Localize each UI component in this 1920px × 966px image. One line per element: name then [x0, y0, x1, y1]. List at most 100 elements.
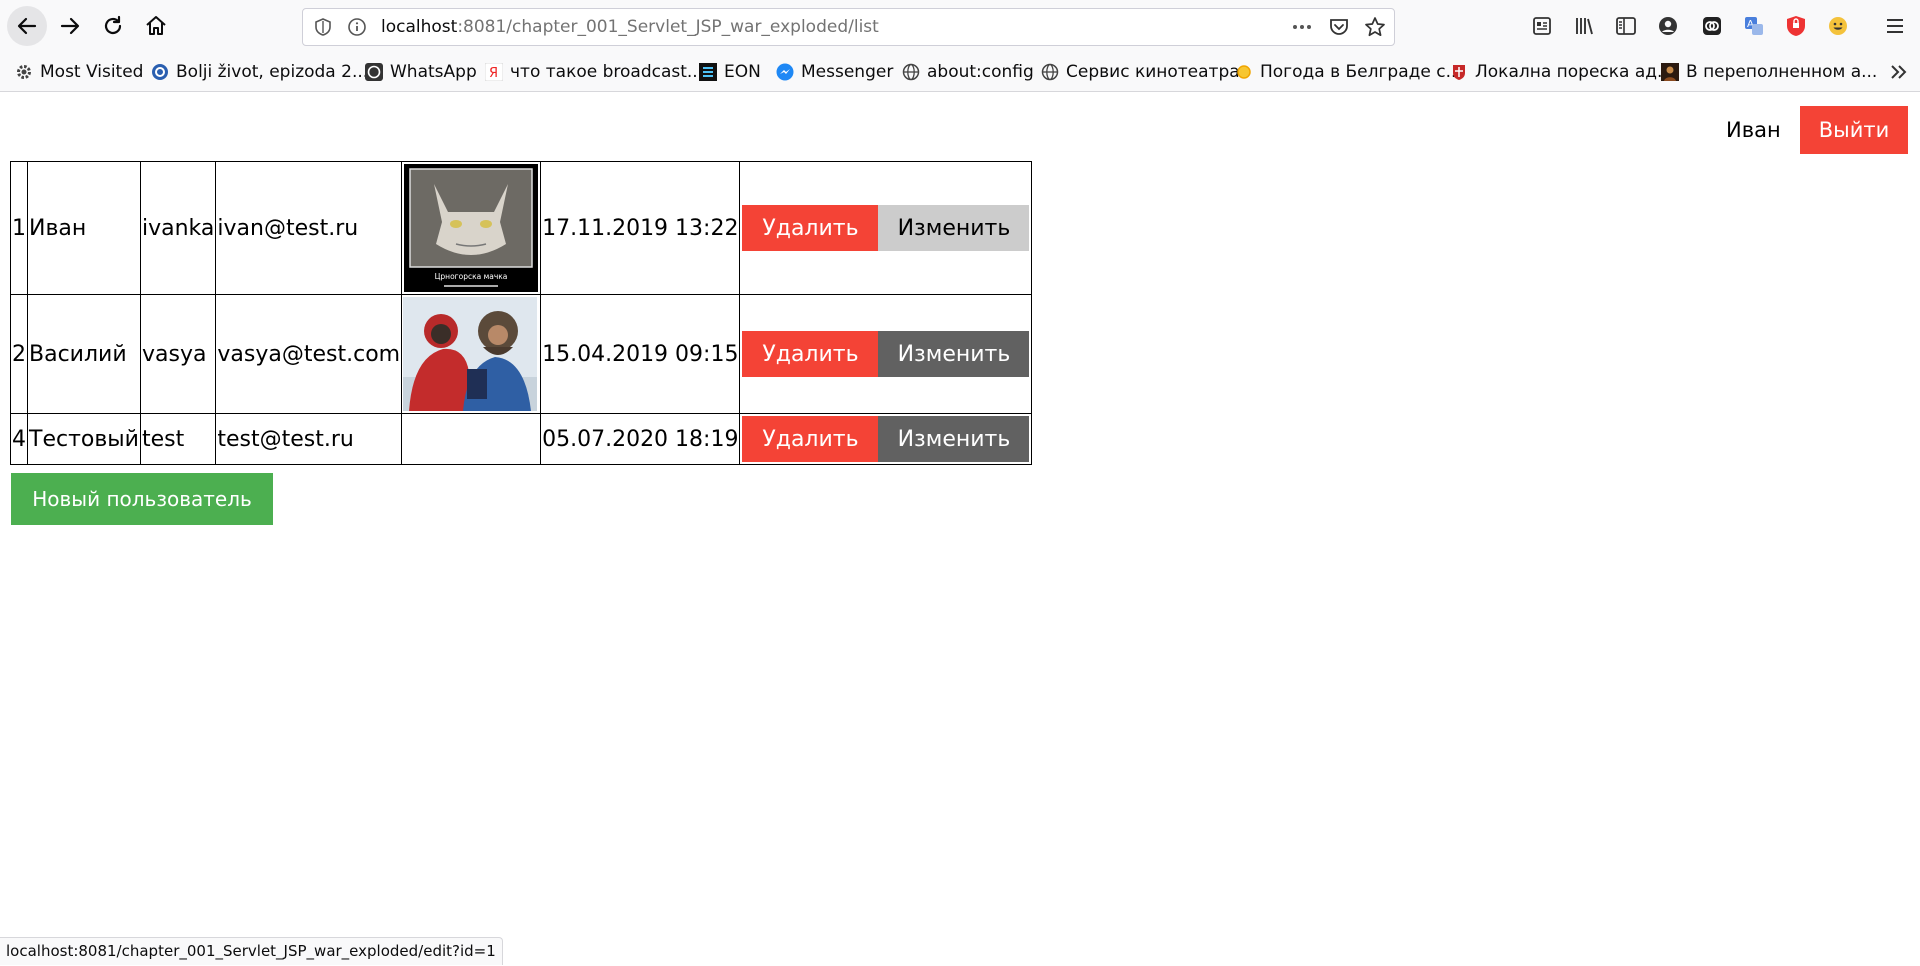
- user-created: 05.07.2020 18:19: [540, 413, 741, 465]
- user-name: Иван: [27, 161, 141, 295]
- adblock-shield-icon[interactable]: [1783, 13, 1809, 39]
- bookmark-label: что такое broadcast...: [510, 62, 704, 82]
- bookmark-weather-belgrade[interactable]: Погода в Белграде с...: [1235, 60, 1462, 84]
- arrow-left-icon: [17, 17, 37, 35]
- table-row: 4 Тестовый test test@test.ru 05.07.2020 …: [10, 413, 1033, 465]
- bookmark-label: WhatsApp: [390, 62, 477, 82]
- user-created: 17.11.2019 13:22: [540, 161, 741, 295]
- site-info-icon[interactable]: [347, 17, 367, 37]
- bookmark-broadcast[interactable]: Я что такое broadcast...: [485, 60, 703, 84]
- bookmark-label: Messenger: [801, 62, 894, 82]
- bookmark-cinema-service[interactable]: Сервис кинотеатра: [1041, 60, 1240, 84]
- reload-button[interactable]: [93, 6, 133, 46]
- delete-button[interactable]: Удалить: [742, 205, 879, 251]
- url-path: :8081/chapter_001_Servlet_JSP_war_explod…: [457, 17, 879, 37]
- whatsapp-icon: [365, 63, 383, 81]
- arrow-right-icon: [60, 17, 80, 35]
- menu-icon[interactable]: [1882, 13, 1908, 39]
- table-row: 1 Иван ivanka ivan@test.ru Црногорска ма…: [10, 161, 1033, 295]
- user-login: test: [139, 413, 217, 465]
- bookmark-crowded[interactable]: В переполненном а...: [1661, 60, 1877, 84]
- logout-button[interactable]: Выйти: [1800, 106, 1908, 154]
- translate-icon[interactable]: A: [1741, 13, 1767, 39]
- user-photo-cell: Црногорска мачка: [401, 161, 542, 295]
- library-icon[interactable]: [1571, 13, 1597, 39]
- sun-icon: [1235, 63, 1253, 81]
- crest-icon: [1450, 63, 1468, 81]
- yandex-icon: Я: [485, 63, 503, 81]
- bookmark-label: Погода в Белграде с...: [1260, 62, 1462, 82]
- user-email: vasya@test.com: [215, 294, 403, 414]
- bookmark-bolji-zivot[interactable]: Bolji život, epizoda 2...: [151, 60, 368, 84]
- user-name: Тестовый: [27, 413, 141, 465]
- bookmark-label: EON: [724, 62, 761, 82]
- user-id: 2: [10, 294, 28, 414]
- reload-icon: [104, 15, 122, 35]
- bookmark-tax-administration[interactable]: Локална пореска ад...: [1450, 60, 1673, 84]
- edit-button[interactable]: Изменить: [878, 416, 1030, 462]
- bookmarks-overflow-icon[interactable]: [1886, 60, 1910, 84]
- home-button[interactable]: [136, 6, 176, 46]
- bookmark-label: В переполненном а...: [1686, 62, 1878, 82]
- messenger-icon: [776, 63, 794, 81]
- browser-toolbar: localhost:8081/chapter_001_Servlet_JSP_w…: [0, 0, 1920, 52]
- forward-button[interactable]: [50, 6, 90, 46]
- user-photo-cell: [401, 294, 542, 414]
- cat-photo: Црногорска мачка: [404, 164, 539, 292]
- status-bar-url: localhost:8081/chapter_001_Servlet_JSP_w…: [0, 937, 503, 965]
- portrait-icon: [1661, 63, 1679, 81]
- new-user-button[interactable]: Новый пользователь: [11, 473, 273, 525]
- user-login: vasya: [139, 294, 217, 414]
- url-host: localhost: [381, 17, 458, 37]
- reader-view-icon[interactable]: [1529, 13, 1555, 39]
- extension-icon[interactable]: [1699, 13, 1725, 39]
- pocket-icon[interactable]: [1328, 16, 1350, 38]
- bookmark-label: Сервис кинотеатра: [1066, 62, 1240, 82]
- user-id: 4: [10, 413, 28, 465]
- bookmark-messenger[interactable]: Messenger: [776, 60, 893, 84]
- emoji-extension-icon[interactable]: [1825, 13, 1851, 39]
- bookmark-most-visited[interactable]: Most Visited: [15, 60, 143, 84]
- bookmark-about-config[interactable]: about:config: [902, 60, 1034, 84]
- dog-and-man-photo: [403, 297, 538, 411]
- actions-cell: Удалить Изменить: [739, 413, 1033, 465]
- user-login: ivanka: [139, 161, 217, 295]
- edit-button[interactable]: Изменить: [878, 331, 1030, 377]
- bookmark-whatsapp[interactable]: WhatsApp: [365, 60, 477, 84]
- url-text[interactable]: localhost:8081/chapter_001_Servlet_JSP_w…: [381, 16, 879, 38]
- svg-text:Я: Я: [489, 66, 498, 81]
- eon-icon: [699, 63, 717, 81]
- bookmark-label: Most Visited: [40, 62, 144, 82]
- bookmark-label: Локална пореска ад...: [1475, 62, 1674, 82]
- user-id: 1: [10, 161, 28, 295]
- actions-cell: Удалить Изменить: [739, 161, 1033, 295]
- account-icon[interactable]: [1655, 13, 1681, 39]
- bookmarks-bar: Most Visited Bolji život, epizoda 2... W…: [0, 52, 1920, 92]
- photo-caption: Црногорска мачка: [435, 272, 508, 281]
- play-icon: [151, 63, 169, 81]
- page-actions-icon[interactable]: [1290, 17, 1314, 37]
- sidebar-icon[interactable]: [1613, 13, 1639, 39]
- users-table: 1 Иван ivanka ivan@test.ru Црногорска ма…: [10, 161, 1033, 465]
- user-created: 15.04.2019 09:15: [540, 294, 741, 414]
- globe-icon: [902, 63, 920, 81]
- bookmark-label: about:config: [927, 62, 1034, 82]
- user-email: ivan@test.ru: [215, 161, 403, 295]
- edit-button[interactable]: Изменить: [878, 205, 1030, 251]
- delete-button[interactable]: Удалить: [742, 331, 879, 377]
- gear-icon: [15, 63, 33, 81]
- user-name: Василий: [27, 294, 141, 414]
- globe-icon: [1041, 63, 1059, 81]
- home-icon: [146, 16, 166, 35]
- user-photo-cell: [401, 413, 542, 465]
- url-bar[interactable]: localhost:8081/chapter_001_Servlet_JSP_w…: [302, 8, 1395, 46]
- bookmark-star-icon[interactable]: [1364, 16, 1386, 38]
- back-button[interactable]: [7, 6, 47, 46]
- bookmark-eon[interactable]: EON: [699, 60, 761, 84]
- page-content: Иван Выйти 1 Иван ivanka ivan@test.ru Цр…: [0, 92, 1920, 966]
- delete-button[interactable]: Удалить: [742, 416, 879, 462]
- tracking-shield-icon[interactable]: [313, 17, 333, 37]
- user-email: test@test.ru: [215, 413, 403, 465]
- bookmark-label: Bolji život, epizoda 2...: [176, 62, 369, 82]
- current-user-name: Иван: [1726, 118, 1781, 142]
